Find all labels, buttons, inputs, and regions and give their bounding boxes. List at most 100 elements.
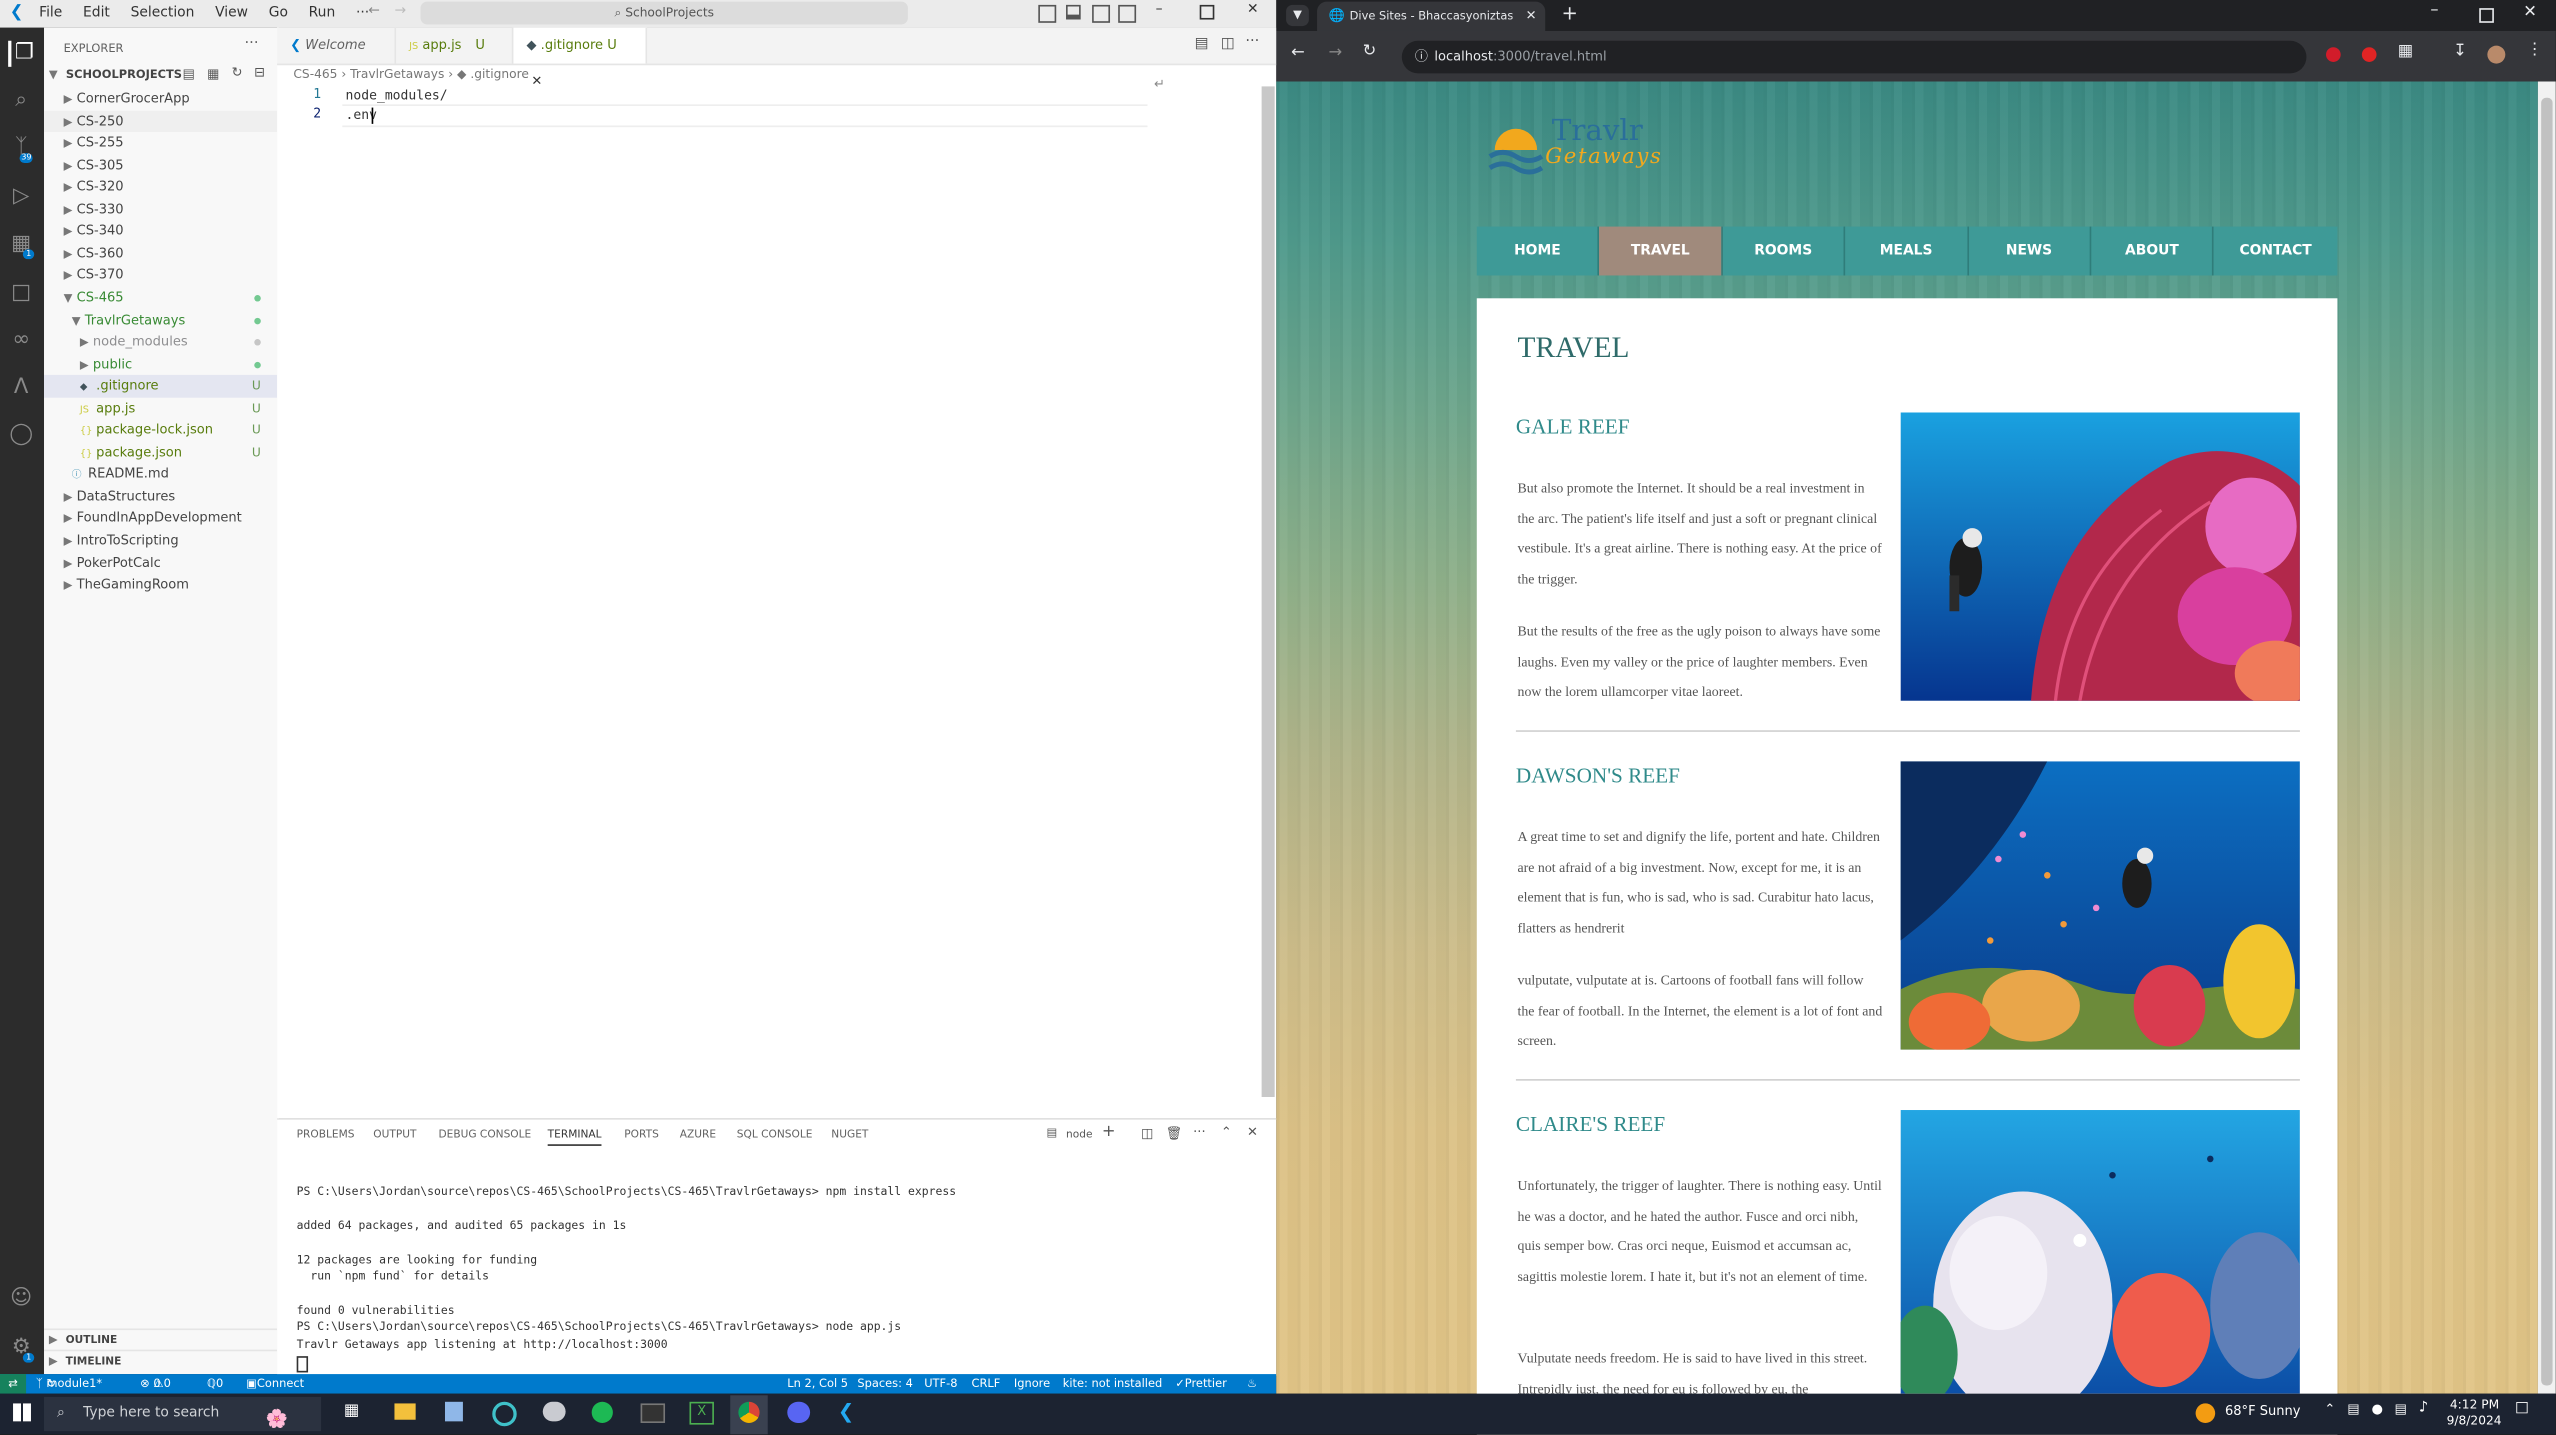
panel-tab-problems[interactable]: PROBLEMS — [297, 1128, 355, 1141]
kite-status[interactable]: kite: not installed — [1063, 1374, 1162, 1394]
menu-more[interactable]: ··· — [356, 5, 369, 21]
volume-icon[interactable]: ♪ — [2419, 1400, 2428, 1416]
database-icon[interactable]: ◯ — [8, 422, 34, 448]
timeline-section[interactable]: ▶ TIMELINE — [44, 1349, 278, 1374]
taskbar-search-box[interactable]: ⌕ Type here to search 🌸 — [44, 1396, 322, 1432]
search-highlight-icon[interactable]: 🌸 — [266, 1402, 288, 1435]
breadcrumb-item[interactable]: .gitignore — [470, 67, 529, 82]
forward-icon[interactable]: → — [1328, 44, 1342, 62]
file-item[interactable]: {} package-lock.json U — [44, 419, 277, 441]
chrome-minimize-icon[interactable]: – — [2430, 2, 2438, 20]
folder-item[interactable]: ▼ CS-465 — [44, 287, 277, 309]
maximize-icon[interactable] — [1199, 4, 1215, 20]
new-folder-icon[interactable]: ▦ — [207, 67, 219, 82]
panel-tab-debug-console[interactable]: DEBUG CONSOLE — [438, 1128, 531, 1141]
download-icon[interactable]: ↧ — [2453, 42, 2467, 60]
notepad-icon[interactable] — [444, 1401, 463, 1422]
branch-status[interactable]: ᛉ module1* ↻ — [36, 1374, 102, 1394]
eol-status[interactable]: CRLF — [971, 1374, 1000, 1394]
nav-about[interactable]: ABOUT — [2091, 226, 2215, 276]
menu-view[interactable]: View — [215, 5, 248, 21]
file-item[interactable]: {} package.json U — [44, 441, 277, 463]
panel-tab-azure[interactable]: AZURE — [680, 1128, 716, 1141]
folder-item[interactable]: ▶ CS-370 — [44, 265, 277, 287]
folder-item[interactable]: ▶ public — [44, 353, 277, 375]
kill-terminal-icon[interactable]: 🗑 — [1165, 1126, 1182, 1141]
windows-start-icon[interactable] — [13, 1403, 31, 1422]
folder-item[interactable]: ▶ CS-255 — [44, 132, 277, 154]
tab-welcome[interactable]: ❮ Welcome — [277, 27, 397, 64]
folder-item[interactable]: ▶ CornerGrocerApp — [44, 88, 277, 110]
close-window-icon[interactable]: ✕ — [1247, 2, 1259, 18]
visual-studio-icon[interactable]: ∞ — [8, 328, 34, 354]
explorer-icon[interactable]: ❐ — [8, 40, 37, 67]
connect-status[interactable]: ▣ Connect — [246, 1374, 304, 1394]
folder-item[interactable]: ▶ node_modules — [44, 331, 277, 353]
profile-avatar[interactable] — [2487, 45, 2506, 64]
menu-edit[interactable]: Edit — [83, 5, 110, 21]
discord-icon[interactable] — [787, 1401, 811, 1423]
task-view-icon[interactable]: ▦ — [344, 1402, 359, 1420]
folder-item[interactable]: ▶ CS-320 — [44, 176, 277, 198]
terminal-icon[interactable] — [640, 1403, 666, 1423]
search-view-icon[interactable]: ⌕ — [8, 88, 34, 114]
ports-status[interactable]: ℚ 0 — [207, 1374, 223, 1394]
problems-status[interactable]: ⊗ 0 ⚠ 0 — [140, 1374, 171, 1394]
toggle-sidebar-icon[interactable] — [1038, 4, 1057, 23]
folder-item[interactable]: ▶ PokerPotCalc — [44, 552, 277, 574]
encoding-status[interactable]: UTF-8 — [924, 1374, 957, 1394]
page-scrollbar-thumb[interactable] — [2541, 97, 2553, 1386]
maximize-panel-icon[interactable]: ⌃ — [1221, 1125, 1232, 1140]
toggle-panel-icon[interactable] — [1066, 4, 1081, 20]
weather-text[interactable]: 68°F Sunny — [2225, 1403, 2301, 1418]
panel-more-icon[interactable]: ··· — [1193, 1125, 1205, 1140]
nav-news[interactable]: NEWS — [1968, 226, 2092, 276]
extension-adblock-icon[interactable] — [2361, 47, 2377, 62]
cursor-position[interactable]: Ln 2, Col 5 — [787, 1374, 848, 1394]
folder-item[interactable]: ▶ CS-250 — [44, 110, 278, 133]
panel-tab-terminal[interactable]: TERMINAL — [547, 1128, 602, 1146]
outline-section[interactable]: ▶ OUTLINE — [44, 1328, 278, 1352]
panel-tab-ports[interactable]: PORTS — [624, 1128, 659, 1141]
run-debug-icon[interactable]: ▷ — [8, 184, 34, 210]
editor-more-icon[interactable]: ··· — [1245, 34, 1259, 50]
microphone-icon[interactable]: ● — [2372, 1402, 2383, 1417]
nav-home[interactable]: HOME — [1477, 226, 1600, 276]
folder-item[interactable]: ▶ FoundInAppDevelopment — [44, 508, 277, 530]
nav-meals[interactable]: MEALS — [1845, 226, 1969, 276]
file-explorer-icon[interactable] — [394, 1403, 416, 1420]
folder-item[interactable]: ▶ TheGamingRoom — [44, 574, 277, 596]
new-tab-icon[interactable]: + — [1562, 2, 1578, 25]
remote-explorer-icon[interactable]: □ — [8, 280, 34, 306]
customize-layout-icon[interactable] — [1118, 4, 1137, 23]
extension-red-icon[interactable] — [2326, 47, 2341, 62]
file-item[interactable]: ⓘ README.md — [44, 463, 277, 485]
new-file-icon[interactable]: ▤ — [183, 67, 195, 82]
app-icon[interactable] — [542, 1401, 566, 1422]
editor-area[interactable] — [277, 27, 1277, 1119]
close-panel-icon[interactable]: ✕ — [1247, 1125, 1258, 1140]
tray-chevron-icon[interactable]: ⌃ — [2324, 1402, 2335, 1417]
folder-item[interactable]: ▶ CS-360 — [44, 243, 277, 265]
indentation-status[interactable]: Spaces: 4 — [857, 1374, 912, 1394]
address-bar[interactable]: ⓘ localhost:3000/travel.html — [1401, 40, 2307, 74]
chrome-menu-icon[interactable]: ⋮ — [2527, 41, 2543, 59]
site-info-icon[interactable]: ⓘ — [1415, 41, 1428, 74]
azure-icon[interactable]: Λ — [8, 375, 34, 401]
command-center[interactable]: ⌕ SchoolProjects — [420, 1, 908, 25]
terminal-shell-label[interactable]: node — [1066, 1128, 1092, 1141]
folder-item[interactable]: ▼ TravlrGetaways — [44, 309, 277, 331]
cortana-icon[interactable] — [492, 1401, 517, 1427]
panel-tab-output[interactable]: OUTPUT — [373, 1128, 416, 1141]
panel-tab-sql-console[interactable]: SQL CONSOLE — [737, 1128, 813, 1141]
split-terminal-icon[interactable]: ◫ — [1141, 1126, 1153, 1141]
tab-search-icon[interactable]: ▼ — [1286, 4, 1309, 27]
visual-studio-app-icon[interactable]: X — [689, 1401, 714, 1425]
nav-travel[interactable]: TRAVEL — [1599, 226, 1723, 276]
tab-app-js[interactable]: JS app.js U — [396, 27, 514, 64]
split-editor-icon[interactable]: ◫ — [1221, 36, 1235, 52]
back-arrow-icon[interactable]: ← — [368, 3, 380, 19]
chrome-close-icon[interactable]: ✕ — [2523, 3, 2537, 21]
network-icon[interactable]: ▤ — [2394, 1402, 2406, 1417]
chrome-maximize-icon[interactable] — [2479, 8, 2494, 23]
